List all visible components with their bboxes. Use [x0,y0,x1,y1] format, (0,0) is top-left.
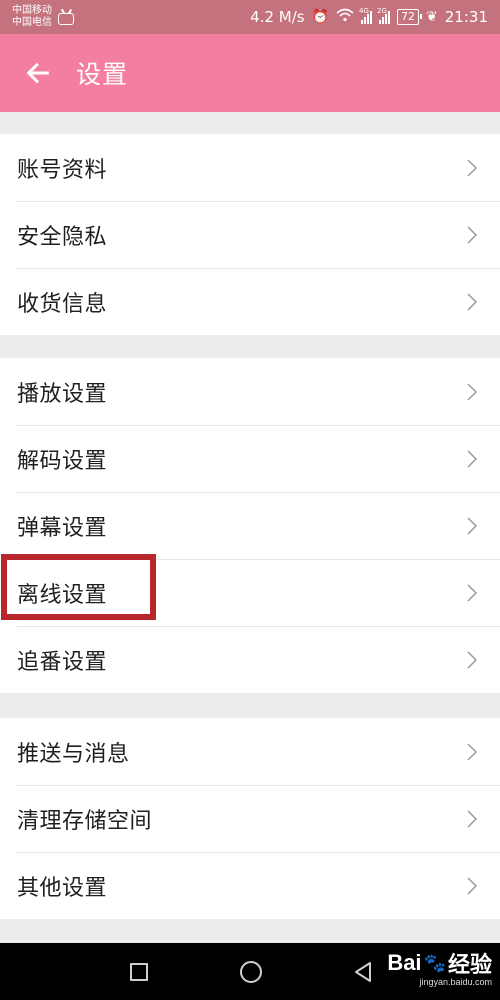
settings-item-offline[interactable]: 离线设置 [0,559,500,626]
watermark-brand-a: Bai [387,950,422,975]
settings-item-danmaku[interactable]: 弹幕设置 [0,492,500,559]
chevron-right-icon [466,449,478,469]
settings-item-label: 推送与消息 [17,741,130,767]
system-nav-bar: Bai 🐾 经验 jingyan.baidu.com [0,943,500,1000]
page-title: 设置 [76,60,129,89]
home-icon [240,960,262,983]
status-indicators: 4.2 M/s ⏰ 4G 2G 72 ❦ 21:31 [250,7,488,27]
settings-item-label: 收货信息 [17,291,108,317]
status-bar: 中国移动 中国电信 4.2 M/s ⏰ 4G 2G 72 ❦ 21:31 [0,0,500,34]
chevron-right-icon [466,158,478,178]
chevron-right-icon [466,742,478,762]
settings-item-label: 追番设置 [17,649,108,675]
tv-icon [58,13,74,25]
chevron-right-icon [466,876,478,896]
signal-icon: 2G [377,7,391,24]
nav-back-button[interactable] [348,943,378,1000]
carrier-info: 中国移动 中国电信 [12,5,74,29]
settings-group-other: 推送与消息 清理存储空间 其他设置 [0,718,500,919]
network-type-2: 2G [377,6,387,15]
carrier-2: 中国电信 [12,17,52,28]
chevron-right-icon [466,583,478,603]
nav-back-icon [355,961,371,982]
settings-item-account-profile[interactable]: 账号资料 [0,134,500,201]
settings-item-label: 离线设置 [17,582,108,608]
carrier-1: 中国移动 [12,5,52,16]
home-button[interactable] [234,943,268,1000]
network-type-1: 4G [359,6,369,15]
recent-apps-button[interactable] [122,943,156,1000]
chevron-right-icon [466,292,478,312]
network-speed: 4.2 M/s [250,8,305,26]
recent-apps-icon [130,962,148,981]
alarm-icon: ⏰ [311,9,330,25]
settings-item-playback[interactable]: 播放设置 [0,358,500,425]
paw-icon: 🐾 [423,952,446,973]
chevron-right-icon [466,809,478,829]
chevron-right-icon [466,382,478,402]
settings-item-label: 清理存储空间 [17,808,153,834]
clock: 21:31 [444,8,488,26]
settings-item-label: 播放设置 [17,381,108,407]
watermark: Bai 🐾 经验 jingyan.baidu.com [387,947,492,987]
settings-item-push-messages[interactable]: 推送与消息 [0,718,500,785]
back-arrow-icon [26,62,49,84]
settings-item-bangumi[interactable]: 追番设置 [0,626,500,693]
settings-item-other[interactable]: 其他设置 [0,852,500,919]
settings-item-shipping-info[interactable]: 收货信息 [0,268,500,335]
battery-icon: 72 [397,9,423,25]
settings-group-playback: 播放设置 解码设置 弹幕设置 离线设置 追番设置 [0,358,500,693]
settings-group-account: 账号资料 安全隐私 收货信息 [0,134,500,335]
settings-item-decoding[interactable]: 解码设置 [0,425,500,492]
chevron-right-icon [466,650,478,670]
settings-item-clear-storage[interactable]: 清理存储空间 [0,785,500,852]
settings-item-security-privacy[interactable]: 安全隐私 [0,201,500,268]
chevron-right-icon [466,225,478,245]
watermark-brand-b: 经验 [447,952,492,977]
settings-item-label: 弹幕设置 [17,515,108,541]
wifi-icon [336,8,354,26]
watermark-url: jingyan.baidu.com [419,977,492,987]
app-bar: 设置 [0,34,500,112]
settings-item-label: 账号资料 [17,157,108,183]
signal-icon: 4G [359,7,373,24]
leaf-icon: ❦ [426,9,438,25]
back-button[interactable] [0,34,76,112]
settings-item-label: 其他设置 [17,875,108,901]
chevron-right-icon [466,516,478,536]
settings-item-label: 解码设置 [17,448,108,474]
settings-item-label: 安全隐私 [17,224,108,250]
